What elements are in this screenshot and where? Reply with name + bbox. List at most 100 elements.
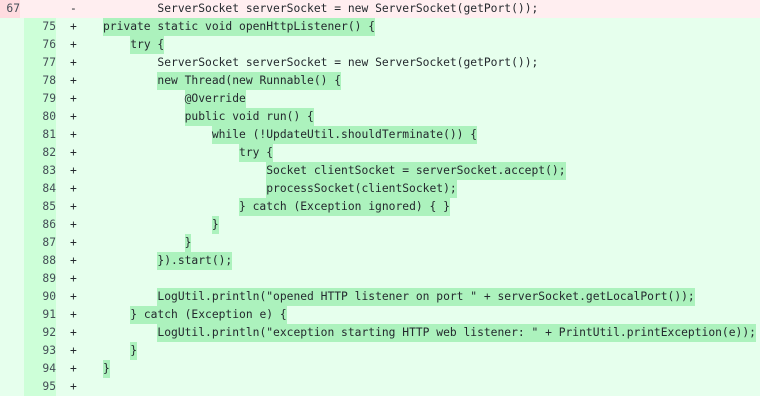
diff-line-added[interactable]: 78 + new Thread(new Runnable() { [0, 72, 760, 90]
new-line-number[interactable]: 87 [24, 234, 56, 252]
old-line-number[interactable] [0, 216, 20, 234]
addition-marker: + [70, 92, 77, 105]
diff-line-added[interactable]: 89 + [0, 270, 760, 288]
addition-marker: + [70, 308, 77, 321]
code-line: } [103, 234, 192, 252]
new-line-number[interactable]: 80 [24, 108, 56, 126]
diff-line-added[interactable]: 93 + } [0, 342, 760, 360]
diff-line-added[interactable]: 91 + } catch (Exception e) { [0, 306, 760, 324]
code-text: new Thread(new Runnable() { [157, 72, 342, 90]
old-line-number[interactable] [0, 108, 20, 126]
old-line-number[interactable] [0, 252, 20, 270]
old-line-number[interactable] [0, 360, 20, 378]
diff-line-added[interactable]: 90 + LogUtil.println("opened HTTP listene… [0, 288, 760, 306]
diff-line-added[interactable]: 92 + LogUtil.println("exception starting … [0, 324, 760, 342]
new-line-number[interactable]: 83 [24, 162, 56, 180]
old-line-number[interactable] [0, 198, 20, 216]
addition-marker: + [70, 362, 77, 375]
code-text: ServerSocket serverSocket = new ServerSo… [157, 56, 539, 69]
old-line-number[interactable] [0, 54, 20, 72]
old-line-number[interactable] [0, 162, 20, 180]
diff-line-added[interactable]: 88 + }).start(); [0, 252, 760, 270]
old-line-number[interactable] [0, 324, 20, 342]
diff-line-added[interactable]: 80 + public void run() { [0, 108, 760, 126]
code-line: } [103, 216, 219, 234]
diff-line-added[interactable]: 85 + } catch (Exception ignored) { } [0, 198, 760, 216]
old-line-number[interactable] [0, 36, 20, 54]
old-line-number[interactable] [0, 126, 20, 144]
old-line-number[interactable] [0, 180, 20, 198]
diff-line-added[interactable]: 83 + Socket clientSocket = serverSocket.a… [0, 162, 760, 180]
code-text: while (!UpdateUtil.shouldTerminate()) { [211, 126, 478, 144]
code-text: processSocket(clientSocket); [266, 180, 457, 198]
diff-line-added[interactable]: 95 + [0, 378, 760, 396]
diff-line-added[interactable]: 84 + processSocket(clientSocket); [0, 180, 760, 198]
code-text: } [103, 360, 110, 378]
old-line-number[interactable] [0, 72, 20, 90]
code-line: } catch (Exception e) { [103, 306, 287, 324]
diff-line-added[interactable]: 86 + } [0, 216, 760, 234]
new-line-number[interactable]: 95 [24, 378, 56, 396]
old-line-number[interactable] [0, 288, 20, 306]
old-line-number[interactable]: 67 [0, 0, 20, 18]
code-text: LogUtil.println("exception starting HTTP… [157, 324, 756, 342]
diff-line-deleted[interactable]: 67 - ServerSocket serverSocket = new Serv… [0, 0, 760, 18]
code-text: try { [239, 144, 274, 162]
addition-marker: + [70, 74, 77, 87]
old-line-number[interactable] [0, 144, 20, 162]
old-line-number[interactable] [0, 378, 20, 396]
new-line-number[interactable]: 75 [24, 18, 56, 36]
old-line-number[interactable] [0, 18, 20, 36]
new-line-number[interactable] [24, 0, 56, 18]
addition-marker: + [70, 38, 77, 51]
new-line-number[interactable]: 86 [24, 216, 56, 234]
diff-line-added[interactable]: 75 + private static void openHttpListener(… [0, 18, 760, 36]
diff-line-added[interactable]: 87 + } [0, 234, 760, 252]
addition-marker: + [70, 380, 77, 393]
deletion-marker: - [70, 2, 77, 15]
new-line-number[interactable]: 78 [24, 72, 56, 90]
old-line-number[interactable] [0, 90, 20, 108]
new-line-number[interactable]: 76 [24, 36, 56, 54]
addition-marker: + [70, 326, 77, 339]
old-line-number[interactable] [0, 306, 20, 324]
diff-line-added[interactable]: 77 + ServerSocket serverSocket = new Serv… [0, 54, 760, 72]
code-line: LogUtil.println("exception starting HTTP… [103, 324, 756, 342]
addition-marker: + [70, 200, 77, 213]
code-line: public void run() { [103, 108, 314, 126]
new-line-number[interactable]: 85 [24, 198, 56, 216]
new-line-number[interactable]: 89 [24, 270, 56, 288]
diff-line-added[interactable]: 81 + while (!UpdateUtil.shouldTerminate()… [0, 126, 760, 144]
new-line-number[interactable]: 81 [24, 126, 56, 144]
code-line: try { [103, 144, 274, 162]
code-text: }).start(); [157, 252, 233, 270]
code-text: ServerSocket serverSocket = new ServerSo… [157, 2, 539, 15]
old-line-number[interactable] [0, 234, 20, 252]
new-line-number[interactable]: 88 [24, 252, 56, 270]
new-line-number[interactable]: 90 [24, 288, 56, 306]
diff-line-added[interactable]: 82 + try { [0, 144, 760, 162]
new-line-number[interactable]: 94 [24, 360, 56, 378]
old-line-number[interactable] [0, 342, 20, 360]
diff-line-added[interactable]: 94 +} [0, 360, 760, 378]
code-text: } catch (Exception e) { [130, 306, 287, 324]
code-text: private static void openHttpListener() { [103, 18, 376, 36]
new-line-number[interactable]: 91 [24, 306, 56, 324]
new-line-number[interactable]: 93 [24, 342, 56, 360]
new-line-number[interactable]: 77 [24, 54, 56, 72]
new-line-number[interactable]: 82 [24, 144, 56, 162]
diff-line-added[interactable]: 79 + @Override [0, 90, 760, 108]
new-line-number[interactable]: 84 [24, 180, 56, 198]
code-text: } [130, 342, 138, 360]
new-line-number[interactable]: 92 [24, 324, 56, 342]
old-line-number[interactable] [0, 270, 20, 288]
diff-line-added[interactable]: 76 + try { [0, 36, 760, 54]
code-text: public void run() { [184, 108, 314, 126]
addition-marker: + [70, 290, 77, 303]
new-line-number[interactable]: 79 [24, 90, 56, 108]
